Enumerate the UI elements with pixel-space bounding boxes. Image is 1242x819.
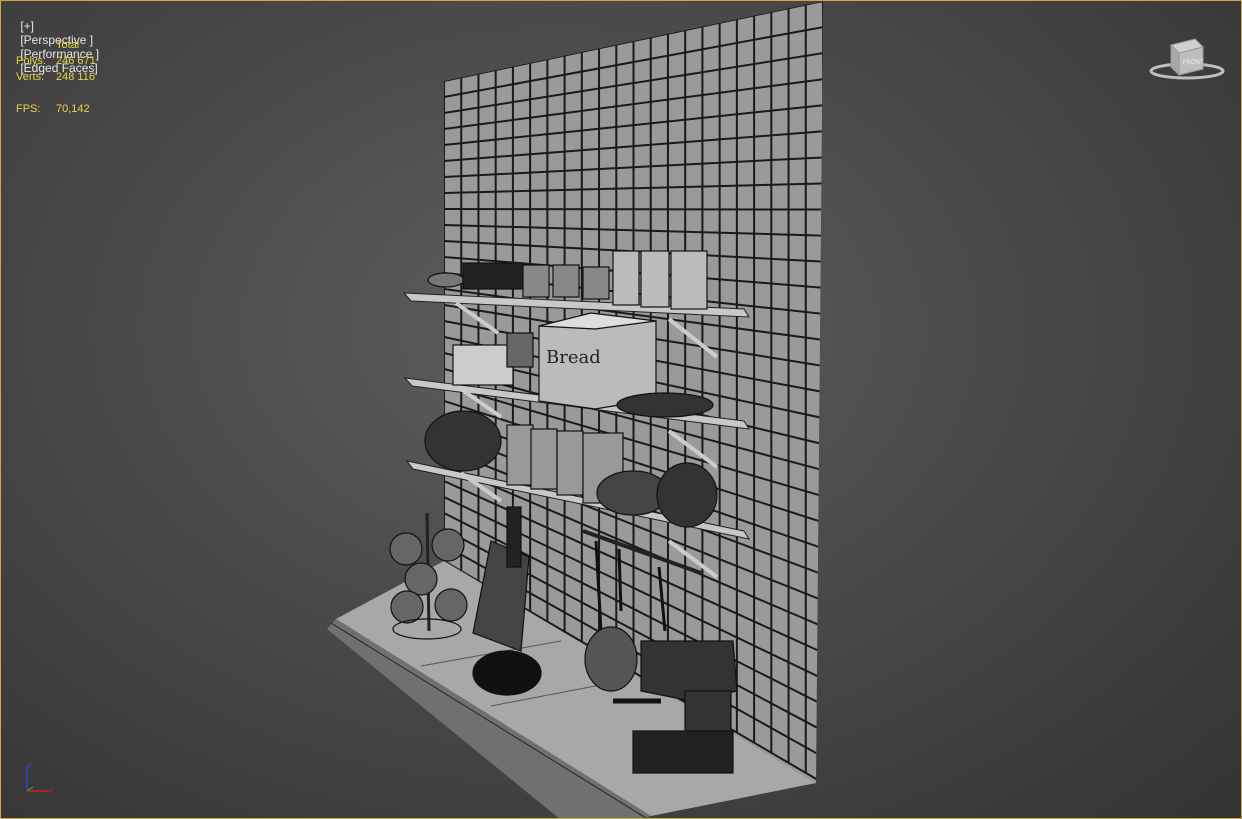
perspective-viewport[interactable]: Bread [+] [Perspective] [Performance] … — [0, 0, 1242, 819]
axis-z-label: z — [28, 760, 32, 769]
viewcube-front-label: FRONT — [1183, 60, 1204, 66]
verts-value: 248 116 — [56, 71, 95, 83]
viewport-menu-button[interactable]: [+] — [20, 19, 34, 33]
breadbox-label: Bread — [546, 347, 601, 368]
polys-label: Polys: — [16, 55, 46, 67]
fps-label: FPS: — [16, 103, 41, 115]
viewcube-icon[interactable]: FRONT — [1147, 37, 1227, 83]
verts-label: Verts: — [16, 71, 45, 83]
statistics-panel: Total Polys: 246 671 Verts: 248 116 FPS: 70… — [16, 37, 136, 117]
axis-x-label: x — [49, 786, 53, 795]
fps-value: 70,142 — [56, 103, 90, 115]
axis-tripod-icon: z x — [26, 760, 53, 795]
stats-header: Total — [56, 39, 80, 51]
scene-render[interactable]: Bread — [1, 1, 1242, 819]
polys-value: 246 671 — [56, 55, 96, 67]
